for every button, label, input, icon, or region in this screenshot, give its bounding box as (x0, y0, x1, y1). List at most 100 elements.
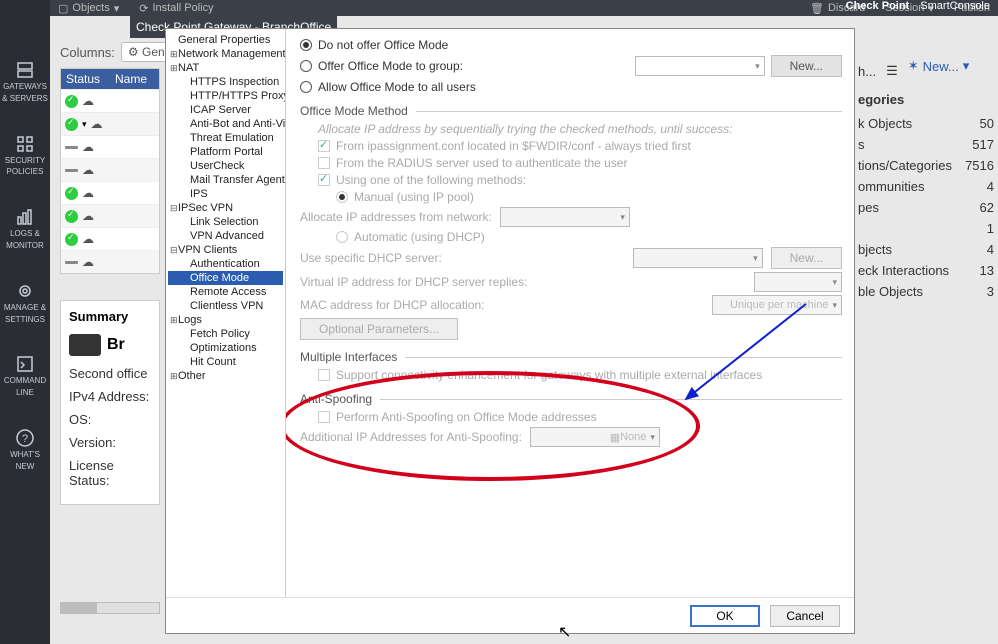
tree-node[interactable]: Office Mode (168, 271, 283, 285)
expand-icon[interactable]: ⊞ (170, 63, 178, 74)
tree-node[interactable]: Threat Emulation (168, 131, 283, 145)
table-row[interactable]: ▾☁ (61, 112, 159, 135)
tree-node[interactable]: ⊞Other (168, 369, 283, 383)
table-row[interactable]: ☁ (61, 227, 159, 250)
chevron-down-icon[interactable]: ▾ (82, 119, 87, 130)
tree-node[interactable]: Clientless VPN (168, 299, 283, 313)
table-row[interactable]: ☁ (61, 135, 159, 158)
tree-node[interactable]: Platform Portal (168, 145, 283, 159)
tree-node[interactable]: ⊞NAT (168, 61, 283, 75)
toolbar-install-policy[interactable]: ⟳ Install Policy (139, 2, 213, 15)
nav-tree[interactable]: General Properties⊞Network Management⊞NA… (166, 29, 286, 597)
gateway-icon (69, 334, 101, 356)
tree-node[interactable]: ⊞Network Management (168, 47, 283, 61)
expand-icon[interactable]: ⊞ (170, 315, 178, 326)
columns-label: Columns: (60, 45, 115, 60)
tree-node[interactable]: Authentication (168, 257, 283, 271)
gateway-name: Br (107, 336, 125, 354)
status-ok-icon (65, 187, 78, 200)
question-icon: ? (15, 428, 35, 448)
rail-policies[interactable]: SECURITYPOLICIES (5, 134, 45, 178)
status-none-icon (65, 261, 78, 264)
tree-node[interactable]: HTTP/HTTPS Proxy (168, 89, 283, 103)
tree-node[interactable]: Optimizations (168, 341, 283, 355)
tree-node-label: Clientless VPN (190, 300, 263, 312)
col-status[interactable]: Status (61, 69, 110, 89)
dhcp-new-button: New... (771, 247, 842, 269)
tree-node[interactable]: UserCheck (168, 159, 283, 173)
gateway-desc: Second office (69, 366, 151, 381)
category-row[interactable]: ommunities4 (858, 176, 998, 197)
tree-node[interactable]: ⊞Logs (168, 313, 283, 327)
tree-node[interactable]: ⊟VPN Clients (168, 243, 283, 257)
cancel-button[interactable]: Cancel (770, 605, 840, 627)
category-row[interactable]: eck Interactions13 (858, 260, 998, 281)
network-icon: ☁ (82, 94, 94, 108)
chk-radius (318, 157, 330, 169)
tree-node[interactable]: IPS (168, 187, 283, 201)
radio-offer-group[interactable] (300, 60, 312, 72)
brand-bottom: SmartConsole (920, 0, 990, 12)
tree-node[interactable]: HTTPS Inspection (168, 75, 283, 89)
collapse-icon[interactable]: ⊟ (170, 245, 178, 256)
rail-logs[interactable]: LOGS &MONITOR (6, 207, 44, 251)
right-panel: h... ☰ ✶ New... ▾ egories k Objects50s51… (858, 58, 998, 302)
table-row[interactable]: ☁ (61, 89, 159, 112)
new-button[interactable]: ✶ New... ▾ (908, 58, 970, 74)
rail-whatsnew[interactable]: ? WHAT'SNEW (10, 428, 40, 472)
tree-node[interactable]: Fetch Policy (168, 327, 283, 341)
search-icon[interactable]: h... (858, 64, 876, 79)
tree-node[interactable]: General Properties (168, 33, 283, 47)
chk-radius-label: From the RADIUS server used to authentic… (336, 156, 627, 170)
chk-anti-spoof (318, 411, 330, 423)
tree-node-label: ICAP Server (190, 104, 251, 116)
table-row[interactable]: ☁ (61, 181, 159, 204)
category-count: 7516 (965, 158, 994, 173)
tree-node[interactable]: ICAP Server (168, 103, 283, 117)
category-row[interactable]: k Objects50 (858, 113, 998, 134)
group-combo[interactable] (635, 56, 765, 76)
category-row[interactable]: 1 (858, 218, 998, 239)
status-none-icon (65, 169, 78, 172)
ok-button[interactable]: OK (690, 605, 760, 627)
tree-node-label: General Properties (178, 34, 270, 46)
tree-node-label: UserCheck (190, 160, 244, 172)
rail-gateways[interactable]: GATEWAYS& SERVERS (2, 60, 48, 104)
collapse-icon[interactable]: ⊟ (170, 203, 178, 214)
toolbar-objects[interactable]: ▢ Objects ▾ (58, 2, 119, 15)
col-name[interactable]: Name (110, 69, 159, 89)
radio-no-office-mode-label: Do not offer Office Mode (318, 38, 448, 52)
tree-node[interactable]: Mail Transfer Agent (168, 173, 283, 187)
table-row[interactable]: ☁ (61, 158, 159, 181)
tree-node[interactable]: Link Selection (168, 215, 283, 229)
table-row[interactable]: ☁ (61, 204, 159, 227)
mac-label: MAC address for DHCP allocation: (300, 298, 485, 312)
category-row[interactable]: pes62 (858, 197, 998, 218)
tree-node[interactable]: ⊟IPSec VPN (168, 201, 283, 215)
group-new-button[interactable]: New... (771, 55, 842, 77)
radio-no-office-mode[interactable] (300, 39, 312, 51)
tree-node[interactable]: Remote Access (168, 285, 283, 299)
categories-heading: egories (858, 92, 998, 107)
expand-icon[interactable]: ⊞ (170, 49, 178, 60)
tree-node[interactable]: Anti-Bot and Anti-Virus (168, 117, 283, 131)
network-icon: ☁ (82, 209, 94, 223)
category-row[interactable]: ble Objects3 (858, 281, 998, 302)
category-row[interactable]: s517 (858, 134, 998, 155)
expand-icon[interactable]: ⊞ (170, 371, 178, 382)
tree-node[interactable]: VPN Advanced (168, 229, 283, 243)
category-label: eck Interactions (858, 263, 949, 278)
tree-node[interactable]: Hit Count (168, 355, 283, 369)
category-count: 517 (972, 137, 994, 152)
rail-manage[interactable]: MANAGE &SETTINGS (4, 281, 46, 325)
table-row[interactable]: ☁ (61, 250, 159, 273)
gateway-properties-dialog: General Properties⊞Network Management⊞NA… (165, 28, 855, 634)
radio-allow-all[interactable] (300, 81, 312, 93)
h-scrollbar[interactable] (60, 602, 160, 614)
category-row[interactable]: bjects4 (858, 239, 998, 260)
rail-cmdline[interactable]: COMMANDLINE (4, 354, 46, 398)
terminal-icon (15, 354, 35, 374)
category-row[interactable]: tions/Categories7516 (858, 155, 998, 176)
tree-node-label: Office Mode (190, 272, 249, 284)
list-view-icon[interactable]: ☰ (886, 63, 898, 79)
